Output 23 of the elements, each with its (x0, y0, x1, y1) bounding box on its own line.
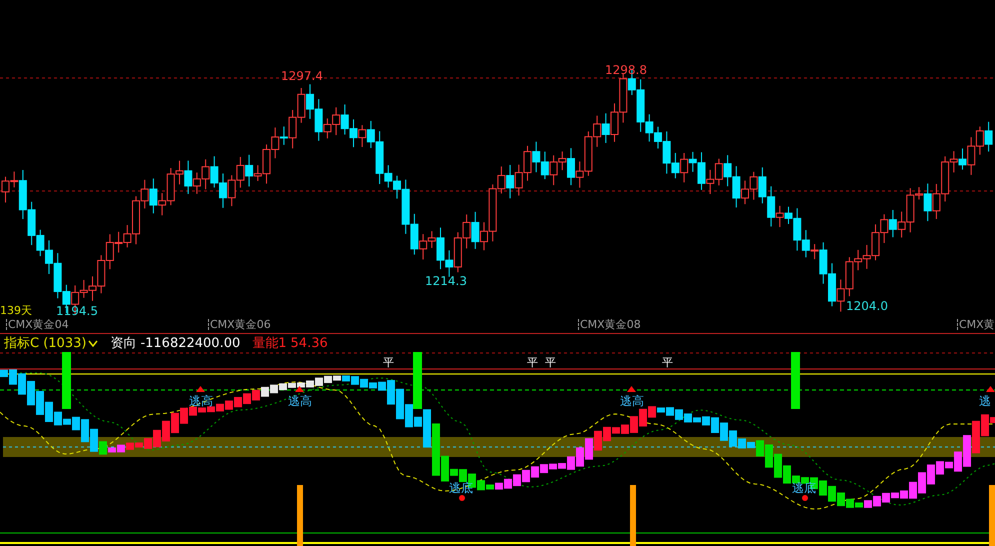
indicator-field-value: -116822400.00 (140, 336, 240, 350)
indicator-field-label: 资向 (110, 336, 136, 350)
price-label: 1298.8 (605, 64, 647, 76)
indicator-field-label: 量能1 (252, 336, 287, 350)
price-label: 1214.3 (425, 275, 467, 287)
escape-top-marker: 逃高 (288, 395, 312, 407)
time-axis-label: CMX黄金08 (578, 319, 641, 330)
flat-marker: 平 (662, 357, 673, 368)
indicator-field-value: 54.36 (290, 336, 328, 350)
price-label: 1204.0 (846, 300, 888, 312)
escape-top-marker: 逃高 (189, 395, 213, 407)
escape-bottom-marker: 逃底 (792, 482, 816, 494)
escape-top-marker: 逃高 (620, 395, 644, 407)
flat-marker: 平 (527, 357, 538, 368)
flat-marker: 平 (383, 357, 394, 368)
flat-marker: 平 (545, 357, 556, 368)
indicator-selector[interactable]: 指标C (1033) (4, 336, 98, 350)
escape-top-marker: 逃 (979, 395, 991, 407)
time-axis-label: CMX黄 (957, 319, 995, 330)
price-label: 1297.4 (281, 70, 323, 82)
period-label: 139天 (0, 305, 32, 316)
time-axis-label: CMX黄金04 (6, 319, 69, 330)
time-axis-label: CMX黄金06 (208, 319, 271, 330)
